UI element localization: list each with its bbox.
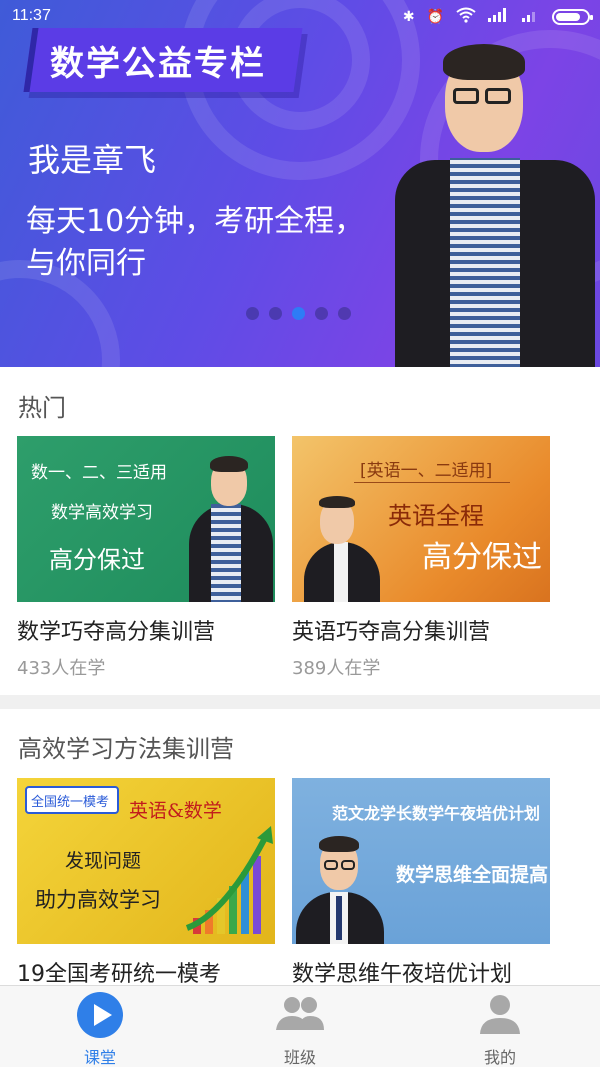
banner-carousel[interactable]: 11:37 ✱ ⏰ 数学公益专栏 我是章飞 每天10分钟，考研全程， 与你同行 bbox=[0, 0, 600, 367]
presenter-image bbox=[189, 454, 275, 602]
status-bar: 11:37 ✱ ⏰ bbox=[0, 0, 600, 34]
thumb-caption: 高分保过 bbox=[422, 540, 542, 575]
carousel-indicator[interactable] bbox=[246, 307, 351, 320]
signal-icon bbox=[522, 8, 540, 26]
section-divider bbox=[0, 695, 600, 709]
course-card[interactable]: 全国统一模考 英语&数学 发现问题 助力高效学习 19全国考研统一模考 bbox=[17, 778, 275, 987]
presenter-image bbox=[296, 494, 382, 602]
banner-headline: 我是章飞 bbox=[28, 141, 157, 179]
status-icons: ✱ ⏰ bbox=[402, 7, 593, 27]
thumb-caption: 发现问题 bbox=[65, 850, 142, 872]
thumb-caption: 范文龙学长数学午夜培优计划 bbox=[332, 804, 541, 823]
carousel-dot[interactable] bbox=[269, 307, 282, 320]
battery-icon bbox=[552, 9, 593, 25]
course-title: 数学巧夺高分集训营 bbox=[17, 620, 216, 645]
carousel-dot[interactable] bbox=[338, 307, 351, 320]
banner-subtitle: 与你同行 bbox=[26, 246, 146, 281]
carousel-dot-active[interactable] bbox=[292, 307, 305, 320]
group-icon bbox=[276, 997, 324, 1030]
banner-tag: 数学公益专栏 bbox=[50, 44, 266, 84]
section-title-method: 高效学习方法集训营 bbox=[18, 735, 234, 763]
bluetooth-icon: ✱ bbox=[402, 9, 415, 25]
thumb-caption: [英语一、二适用] bbox=[360, 461, 493, 481]
thumb-caption: 数学思维全面提高 bbox=[396, 864, 549, 886]
thumb-caption: 高分保过 bbox=[49, 546, 145, 574]
course-thumbnail: [英语一、二适用] 英语全程 高分保过 bbox=[292, 436, 550, 602]
course-learners: 433人在学 bbox=[17, 658, 106, 679]
banner-presenter-image bbox=[395, 40, 600, 367]
section-title-hot: 热门 bbox=[18, 394, 66, 422]
thumb-caption: 数学高效学习 bbox=[51, 503, 153, 523]
course-thumbnail: 数一、二、三适用 数学高效学习 高分保过 bbox=[17, 436, 275, 602]
nav-label: 课堂 bbox=[83, 1048, 116, 1067]
nav-label: 我的 bbox=[483, 1048, 516, 1067]
course-learners: 389人在学 bbox=[292, 658, 381, 679]
course-card[interactable]: 范文龙学长数学午夜培优计划 数学思维全面提高 数学思维午夜培优计划 bbox=[292, 778, 550, 987]
thumb-badge: 全国统一模考 bbox=[31, 795, 110, 810]
course-title: 19全国考研统一模考 bbox=[17, 962, 221, 987]
course-card[interactable]: [英语一、二适用] 英语全程 高分保过 英语巧夺高分集训营 389人在学 bbox=[292, 436, 550, 686]
nav-item-classroom[interactable]: 课堂 bbox=[0, 986, 200, 1067]
course-thumbnail: 范文龙学长数学午夜培优计划 数学思维全面提高 bbox=[292, 778, 550, 944]
user-icon bbox=[480, 995, 520, 1034]
growth-chart-icon bbox=[185, 826, 273, 934]
bottom-nav: 课堂 班级 我的 bbox=[0, 985, 600, 1067]
status-time: 11:37 bbox=[12, 7, 51, 24]
alarm-icon: ⏰ bbox=[426, 9, 444, 25]
nav-item-mine[interactable]: 我的 bbox=[400, 986, 600, 1067]
course-thumbnail: 全国统一模考 英语&数学 发现问题 助力高效学习 bbox=[17, 778, 275, 944]
thumb-caption: 助力高效学习 bbox=[35, 888, 161, 912]
nav-item-class[interactable]: 班级 bbox=[200, 986, 400, 1067]
wifi-icon bbox=[456, 7, 476, 27]
carousel-dot[interactable] bbox=[315, 307, 328, 320]
thumb-rule bbox=[354, 482, 510, 483]
nav-label: 班级 bbox=[283, 1048, 316, 1067]
signal-icon bbox=[488, 8, 510, 26]
thumb-caption: 数一、二、三适用 bbox=[31, 463, 167, 483]
carousel-dot[interactable] bbox=[246, 307, 259, 320]
thumb-caption: 英语全程 bbox=[388, 502, 484, 530]
presenter-image bbox=[292, 834, 388, 944]
course-card[interactable]: 数一、二、三适用 数学高效学习 高分保过 数学巧夺高分集训营 433人在学 bbox=[17, 436, 275, 686]
course-title: 数学思维午夜培优计划 bbox=[292, 962, 513, 987]
banner-subtitle: 每天10分钟，考研全程， bbox=[26, 204, 365, 239]
course-title: 英语巧夺高分集训营 bbox=[292, 620, 491, 645]
thumb-caption: 英语&数学 bbox=[129, 800, 222, 822]
play-circle-icon bbox=[77, 992, 123, 1038]
